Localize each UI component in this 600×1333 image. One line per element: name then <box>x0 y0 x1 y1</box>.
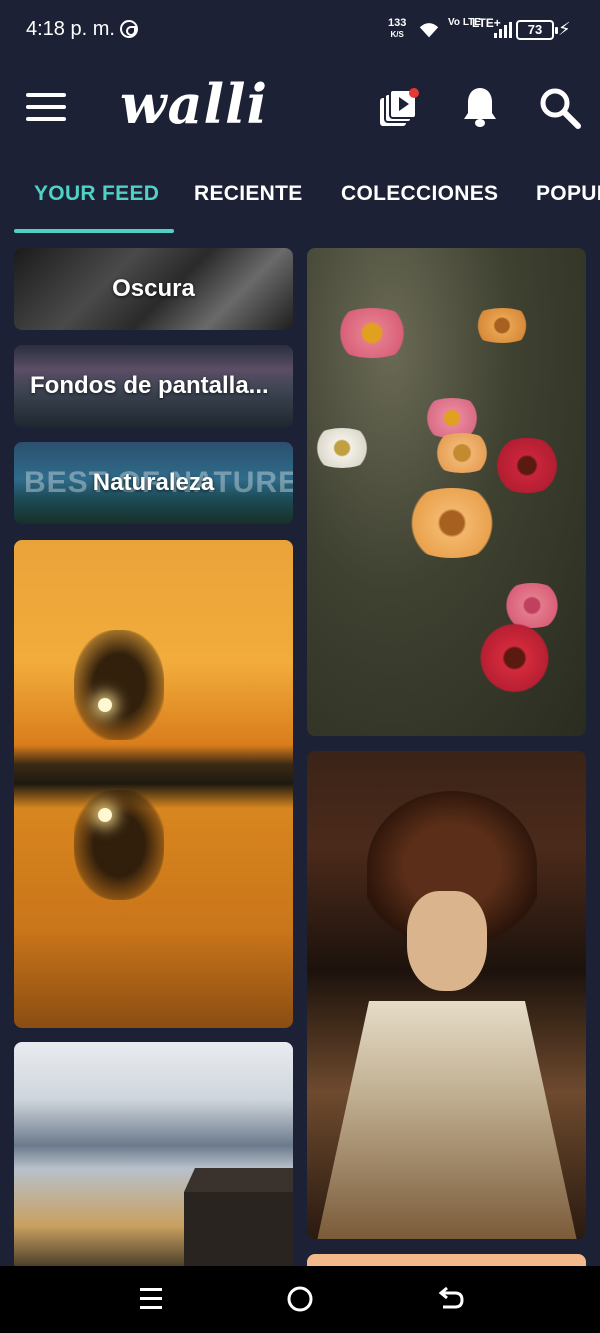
signal-icon <box>494 22 512 38</box>
tree-reflection <box>74 790 164 900</box>
battery-level: 73 <box>527 22 543 37</box>
flower <box>327 308 417 358</box>
status-bar: 4:18 p. m. 133 K/S Vo LTE LTE+ 73 ⚡ <box>0 0 600 60</box>
home-icon[interactable] <box>285 1284 315 1314</box>
network-speed-unit: K/S <box>390 30 404 39</box>
flower <box>472 623 557 693</box>
collection-label: Oscura <box>112 275 195 302</box>
wifi-icon <box>419 23 439 38</box>
notifications-icon[interactable] <box>462 86 498 128</box>
collection-card-naturaleza[interactable]: BEST OF NATURE Naturaleza <box>14 442 293 524</box>
wallpaper-card-sunset[interactable] <box>14 540 293 1028</box>
menu-icon[interactable] <box>26 93 66 123</box>
charging-icon: ⚡ <box>558 19 571 39</box>
tab-your-feed[interactable]: YOUR FEED <box>34 182 159 206</box>
active-tab-indicator <box>14 229 174 233</box>
flower <box>307 428 377 468</box>
flower <box>497 583 567 628</box>
flower <box>397 488 507 558</box>
wallpaper-card-samurai[interactable] <box>307 751 586 1239</box>
flower <box>417 398 487 438</box>
wallpaper-card-flowers[interactable] <box>307 248 586 736</box>
samurai-face <box>407 891 487 991</box>
tab-reciente[interactable]: RECIENTE <box>194 182 303 206</box>
system-nav-bar <box>0 1266 600 1333</box>
flower <box>487 438 567 493</box>
wallpaper-card-sky[interactable] <box>14 1042 293 1266</box>
collection-label: Fondos de pantalla... <box>30 372 269 399</box>
wallpaper-card-peach[interactable] <box>307 1254 586 1266</box>
app-bar: walli <box>0 60 600 160</box>
sun <box>98 698 112 712</box>
whatsapp-icon <box>120 20 138 38</box>
tab-bar: YOUR FEED RECIENTE COLECCIONES POPULAR <box>0 160 600 234</box>
flower <box>467 308 537 343</box>
search-icon[interactable] <box>538 86 582 130</box>
collection-label: Naturaleza <box>92 469 215 496</box>
tab-colecciones[interactable]: COLECCIONES <box>341 182 498 206</box>
samurai-robe <box>317 1001 577 1239</box>
collection-card-oscura[interactable]: Oscura <box>14 248 293 330</box>
sun-reflection <box>98 808 112 822</box>
house-silhouette <box>184 1192 293 1266</box>
network-speed-value: 133 <box>388 17 407 29</box>
recent-apps-icon[interactable] <box>136 1284 166 1314</box>
status-time: 4:18 p. m. <box>26 18 115 40</box>
tree-silhouette <box>74 630 164 740</box>
video-wallpapers-icon[interactable] <box>378 88 420 130</box>
wallpaper-feed: Oscura Fondos de pantalla... BEST OF NAT… <box>0 234 600 1266</box>
tab-popular[interactable]: POPULAR <box>536 182 600 206</box>
back-icon[interactable] <box>435 1284 465 1314</box>
battery-icon: 73 <box>516 20 558 40</box>
network-speed: 133 K/S <box>388 18 406 40</box>
app-logo: walli <box>120 72 269 136</box>
collection-card-fondos[interactable]: Fondos de pantalla... <box>14 345 293 427</box>
